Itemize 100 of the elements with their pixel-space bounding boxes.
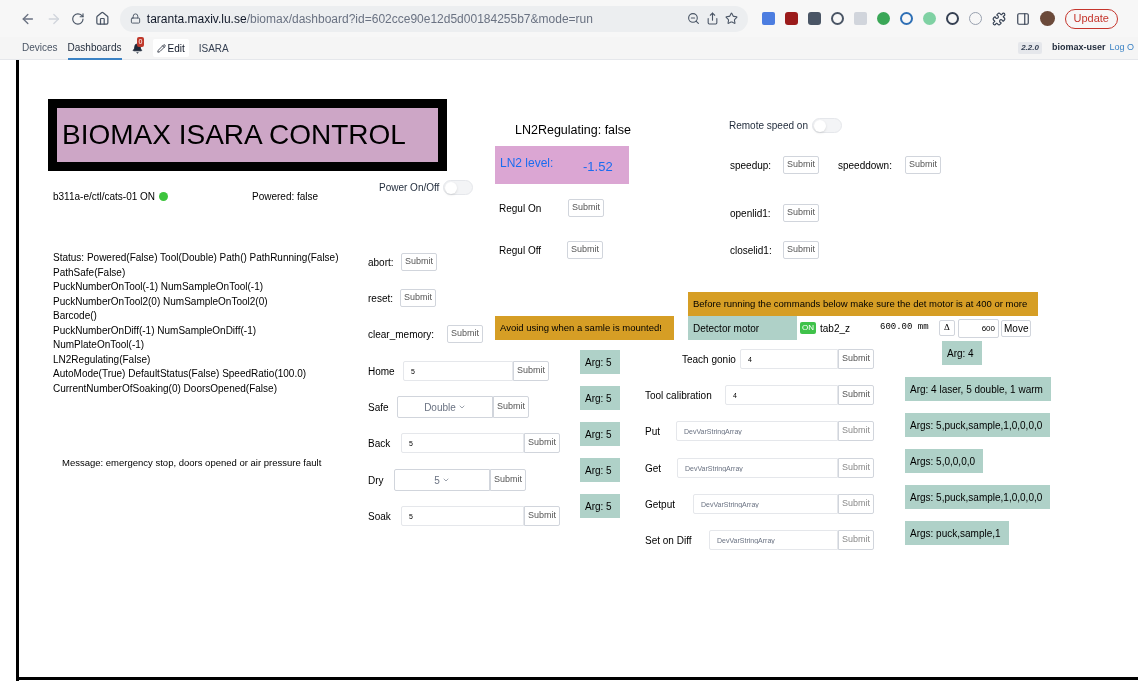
edit-button[interactable]: Edit [152, 39, 189, 57]
argument-label: Arg: 4 [942, 341, 982, 365]
command-label: Safe [368, 400, 390, 415]
submit-button[interactable]: Submit [447, 325, 483, 343]
device-name: b311a-e/ctl/cats-01 ON [53, 190, 156, 204]
toggle-switch[interactable] [443, 180, 474, 195]
status-line: Status: Powered(False) Tool(Double) Path() PathRunning(False) [53, 251, 339, 265]
command-label: speeddown: [838, 158, 893, 173]
status-line: PuckNumberOnTool(-1) NumSampleOnTool(-1) [53, 280, 265, 294]
submit-button[interactable]: Submit [783, 156, 819, 174]
puzzle-icon[interactable] [991, 11, 1006, 26]
on-badge: ON [800, 322, 816, 334]
submit-button[interactable]: Submit [783, 241, 819, 259]
submit-button[interactable]: Submit [838, 385, 874, 405]
command-label: abort: [368, 255, 395, 270]
reload-icon[interactable] [71, 11, 86, 26]
extension-icon[interactable] [899, 12, 913, 25]
argument-label: Args: puck,sample,1 [905, 521, 1009, 545]
status-line: LN2Regulating(False) [53, 352, 152, 367]
submit-button[interactable]: Submit [567, 241, 603, 259]
ln2-level-value: -1.52 [582, 158, 613, 176]
argument-label: Arg: 4 laser, 5 double, 1 warm [905, 377, 1051, 401]
dropdown[interactable]: Double [397, 396, 493, 418]
motor-name: tab2_z [820, 321, 852, 336]
command-label: Getput [645, 497, 677, 512]
user-name: biomax-user [1051, 41, 1106, 55]
address-bar[interactable]: taranta.maxiv.lu.se/biomax/dashboard?id=602cce90e12d5d00184255b7&mode=run [119, 5, 748, 32]
message-text: Message: emergency stop, doors opened or air pressure fault [62, 456, 322, 470]
command-label: Teach gonio [682, 352, 737, 367]
command-label: openlid1: [730, 206, 772, 221]
argument-label: Arg: 5 [580, 494, 620, 518]
switch-label: Remote speed on [729, 119, 808, 133]
command-label: clear_memory: [368, 327, 436, 342]
zoom-out-icon[interactable] [686, 12, 700, 25]
command-label: Put [645, 424, 661, 439]
status-line: AutoMode(True) DefaultStatus(False) SpeedRatio(100.0) [53, 367, 308, 381]
caret-icon [457, 403, 466, 411]
warning-note: Before running the commands below make sure the det motor is at 400 or more [688, 292, 1038, 316]
motor-position: 600.00 mm [880, 321, 930, 335]
caret-icon [441, 476, 450, 484]
lock-icon [129, 13, 141, 24]
argument-label: Args: 5,0,0,0,0 [905, 449, 984, 473]
sidebar-icon[interactable] [1015, 11, 1030, 26]
command-label: Regul On [499, 201, 543, 216]
status-line: NumPlateOnTool(-1) [53, 338, 146, 352]
submit-button[interactable]: Submit [568, 199, 604, 217]
nav-tab[interactable]: Devices [22, 36, 58, 60]
toggle-switch[interactable] [811, 118, 842, 133]
dashboard-title: BIOMAX ISARA CONTROL [62, 118, 406, 152]
status-line: PuckNumberOnDiff(-1) NumSampleOnDiff(-1) [53, 323, 258, 338]
argument-label: Arg: 5 [580, 422, 620, 446]
submit-button[interactable]: Submit [400, 289, 436, 307]
submit-button[interactable]: Submit [401, 253, 437, 271]
argument-label: Arg: 5 [580, 350, 620, 374]
argument-label: Args: 5,puck,sample,1,0,0,0,0 [905, 485, 1051, 509]
motor-label: Detector motor [688, 316, 797, 340]
version-badge: 2.2.0 [1018, 42, 1042, 54]
command-label: Home [368, 364, 396, 379]
argument-label: Args: 5,puck,sample,1,0,0,0,0 [905, 413, 1051, 437]
submit-button[interactable]: Submit [524, 433, 560, 453]
home-icon[interactable] [95, 11, 110, 26]
command-label: Soak [368, 509, 392, 524]
submit-button[interactable]: Submit [490, 469, 526, 491]
argument-label: Arg: 5 [580, 386, 620, 410]
powered-text: Powered: false [252, 190, 319, 204]
nav-tab[interactable]: Dashboards [67, 36, 122, 60]
submit-button[interactable]: Submit [905, 156, 941, 174]
submit-button[interactable]: Submit [838, 349, 874, 369]
switch-label: Power On/Off [379, 181, 440, 195]
command-label: Set on Diff [645, 533, 693, 548]
submit-button[interactable]: Submit [783, 204, 819, 222]
star-icon[interactable] [724, 12, 738, 25]
extension-icon[interactable] [784, 12, 798, 25]
extension-icon[interactable] [807, 12, 821, 25]
move-button[interactable]: Move [1001, 319, 1032, 337]
submit-button[interactable]: Submit [524, 506, 560, 526]
ln2-regulating-text: LN2Regulating: false [515, 122, 632, 139]
status-line: CurrentNumberOfSoaking(0) DoorsOpened(False) [53, 381, 278, 396]
delta-button[interactable]: Δ [939, 320, 955, 336]
ln2-level-label: LN2 level: [499, 155, 555, 172]
status-line: PuckNumberOnTool2(0) NumSampleOnTool2(0) [53, 294, 269, 309]
position-field[interactable]: 600 [958, 318, 999, 338]
command-label: Get [645, 461, 663, 476]
avatar[interactable] [1039, 11, 1055, 26]
extension-icon[interactable] [830, 12, 844, 25]
command-label: Back [368, 436, 392, 451]
url-text: taranta.maxiv.lu.se/biomax/dashboard?id=602cce90e12d5d00184255b7&mode=run [146, 10, 593, 28]
command-label: closelid1: [730, 243, 773, 258]
command-label: speedup: [730, 158, 773, 173]
dashboard-name: ISARA [198, 41, 229, 56]
submit-button[interactable]: Submit [493, 396, 529, 418]
pencil-icon [156, 43, 166, 53]
extension-icon[interactable] [945, 12, 959, 25]
argument-label: Arg: 5 [580, 458, 620, 482]
logout-link[interactable]: Log O [1109, 41, 1134, 55]
warning-note: Avoid using when a samle is mounted! [495, 316, 674, 340]
dropdown[interactable]: 5 [394, 469, 490, 491]
status-line: Barcode() [53, 309, 98, 323]
share-icon[interactable] [705, 12, 719, 25]
submit-button[interactable]: Submit [513, 361, 549, 381]
